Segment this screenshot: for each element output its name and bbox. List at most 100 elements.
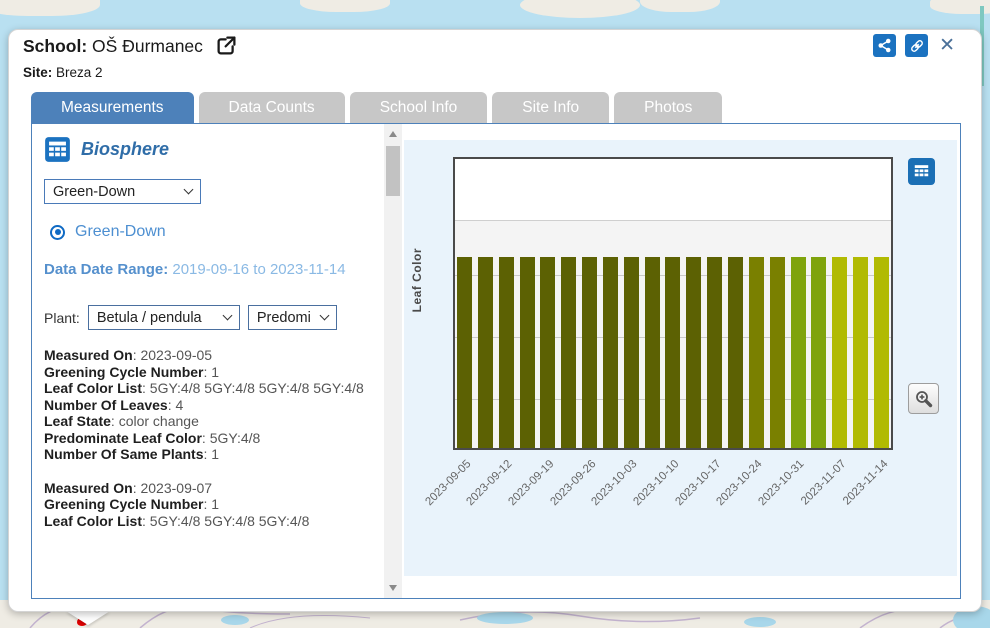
measurement-field: Number Of Same Plants: 1 [44,446,378,463]
scroll-down-icon[interactable] [384,580,402,596]
map-land-patch [0,0,100,16]
measurement-field: Leaf Color List: 5GY:4/8 5GY:4/8 5GY:4/8… [44,380,378,397]
bar-2023-09-14[interactable] [520,257,535,448]
map-background: { "header": { "school_label": "School:",… [0,0,990,628]
bar-2023-10-05[interactable] [645,257,660,448]
bar-2023-10-12[interactable] [686,257,701,448]
tab-site-info[interactable]: Site Info [492,92,609,123]
header-actions: ✕ [873,34,955,57]
tab-measurements[interactable]: Measurements [31,92,194,123]
bar-series [457,257,889,448]
tab-data-counts[interactable]: Data Counts [199,92,345,123]
protocol-select[interactable]: Green-Down [44,179,201,204]
chevron-down-icon [319,311,329,321]
table-icon [912,162,931,181]
measurement-record: Measured On: 2023-09-05Greening Cycle Nu… [44,347,378,463]
measurement-field: Measured On: 2023-09-07 [44,480,378,497]
bar-2023-10-24[interactable] [749,257,764,448]
tab-photos[interactable]: Photos [614,92,722,123]
popup-title: School: OŠ Đurmanec [23,35,237,61]
plant-row: Plant: Betula / pendula Predominant [44,305,378,330]
bar-2023-09-19[interactable] [540,257,555,448]
map-land-patch [640,0,720,12]
site-name: Breza 2 [56,65,103,80]
bar-2023-10-26[interactable] [770,257,785,448]
bar-2023-10-17[interactable] [707,257,722,448]
bar-2023-10-31[interactable] [791,257,806,448]
magnifier-plus-icon [914,389,934,409]
x-tick-label: 2023-11-14 [804,458,890,544]
zoom-in-chart-button[interactable] [908,383,939,414]
plant-property-select[interactable]: Predominant [248,305,337,330]
bar-2023-10-03[interactable] [624,257,639,448]
share-button[interactable] [873,34,896,57]
bar-2023-11-14[interactable] [874,257,889,448]
bar-2023-09-26[interactable] [582,257,597,448]
school-label: School: [23,36,87,56]
bar-2023-09-07[interactable] [478,257,493,448]
x-tick-label: 2023-09-12 [428,458,514,544]
school-name: OŠ Đurmanec [92,36,203,56]
bar-2023-09-28[interactable] [603,257,618,448]
popup-callout-pointer [66,611,110,625]
measurement-field: Leaf State: color change [44,413,378,430]
chevron-down-icon [222,311,232,321]
site-label: Site: [23,65,52,80]
plant-label: Plant: [44,310,80,326]
tab-school-info[interactable]: School Info [350,92,488,123]
leaf-color-chart [453,157,893,450]
share-icon [877,38,892,53]
chart-panel: Leaf Color 2023-09-052023-09-122023-09-1… [404,140,957,576]
data-date-range: Data Date Range: 2019-09-16 to 2023-11-1… [44,257,378,283]
open-school-page-icon[interactable] [216,35,237,61]
bar-2023-09-05[interactable] [457,257,472,448]
map-land-patch [300,0,390,12]
radio-label: Green-Down [75,223,166,241]
site-info-popup: School: OŠ Đurmanec Site: Breza 2 [8,29,982,612]
x-tick-label: 2023-11-07 [762,458,848,544]
x-tick-label: 2023-10-24 [679,458,765,544]
link-icon [909,38,925,54]
x-tick-label: 2023-09-26 [512,458,598,544]
x-tick-label: 2023-10-03 [554,458,640,544]
x-tick-label: 2023-10-17 [637,458,723,544]
close-icon[interactable]: ✕ [939,36,955,55]
measurements-panel: Biosphere Green-Down Green-Down Data Dat… [32,124,384,598]
measurement-field: Greening Cycle Number: 1 [44,496,378,513]
plant-select[interactable]: Betula / pendula [88,305,240,330]
measurement-field: Predominate Leaf Color: 5GY:4/8 [44,430,378,447]
protocol-select-value: Green-Down [53,184,135,200]
measurement-field: Leaf Color List: 5GY:4/8 5GY:4/8 5GY:4/8 [44,513,378,530]
bar-2023-09-21[interactable] [561,257,576,448]
link-button[interactable] [905,34,928,57]
section-title: Biosphere [81,139,169,160]
show-data-table-button[interactable] [908,158,935,185]
chevron-down-icon [184,185,194,195]
scroll-up-icon[interactable] [384,126,402,142]
content-panel: Biosphere Green-Down Green-Down Data Dat… [31,123,961,599]
measurement-field: Greening Cycle Number: 1 [44,364,378,381]
date-range-value: 2019-09-16 to 2023-11-14 [172,261,345,278]
greendown-radio-row[interactable]: Green-Down [50,223,378,241]
map-land-patch [520,0,640,18]
bar-2023-11-02[interactable] [811,257,826,448]
scrollbar-thumb[interactable] [386,146,400,196]
bar-2023-11-09[interactable] [853,257,868,448]
x-tick-label: 2023-09-19 [470,458,556,544]
bar-2023-09-12[interactable] [499,257,514,448]
date-range-label: Data Date Range: [44,261,168,278]
x-tick-label: 2023-10-10 [595,458,681,544]
measurement-field: Measured On: 2023-09-05 [44,347,378,364]
plant-select-value: Betula / pendula [97,310,202,326]
x-tick-label: 2023-10-31 [720,458,806,544]
radio-selected-icon[interactable] [50,225,65,240]
bar-2023-11-07[interactable] [832,257,847,448]
y-axis-label: Leaf Color [410,248,426,312]
measurement-record: Measured On: 2023-09-07Greening Cycle Nu… [44,480,378,530]
biosphere-header: Biosphere [44,136,378,163]
bar-2023-10-10[interactable] [665,257,680,448]
plant-property-value: Predominant [257,310,311,326]
site-line: Site: Breza 2 [23,65,103,80]
data-table-icon [44,136,71,163]
bar-2023-10-19[interactable] [728,257,743,448]
